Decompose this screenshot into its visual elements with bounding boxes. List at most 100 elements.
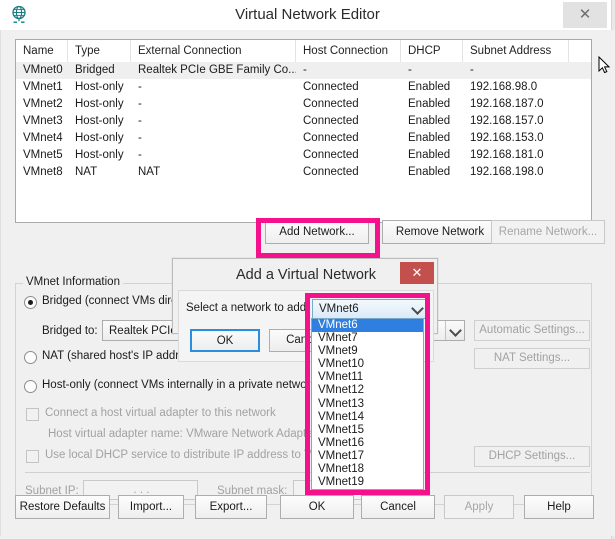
cell-external-connection: - [138, 98, 142, 110]
cell-subnet-address: 192.168.181.0 [470, 149, 544, 161]
dropdown-option-vmnet16[interactable]: VMnet16 [312, 437, 423, 450]
cell-dhcp: Enabled [408, 115, 451, 127]
network-select-dropdown-list[interactable]: VMnet6 VMnet7 VMnet9 VMnet10 VMnet11 VMnet12 V… [311, 318, 424, 490]
cell-type: Host-only [75, 115, 124, 127]
cell-host-connection: Connected [303, 98, 359, 110]
close-icon: ✕ [411, 265, 423, 280]
help-button[interactable]: Help [524, 495, 594, 519]
cell-host-connection: - [303, 64, 307, 76]
add-dialog-ok-button[interactable]: OK [190, 329, 260, 352]
cell-type: Bridged [75, 64, 115, 76]
automatic-settings-button: Automatic Settings... [474, 320, 590, 341]
dropdown-option-vmnet11[interactable]: VMnet11 [312, 371, 423, 384]
dhcp-settings-button: DHCP Settings... [474, 446, 590, 467]
connect-host-adapter-checkbox [26, 408, 39, 421]
dropdown-option-vmnet9[interactable]: VMnet9 [312, 345, 423, 358]
cell-dhcp: Enabled [408, 149, 451, 161]
network-list-header: Name Type External Connection Host Conne… [16, 40, 591, 63]
network-list-rows: VMnet0 Bridged Realtek PCIe GBE Family Co.… [16, 62, 591, 181]
cell-subnet-address: 192.168.98.0 [470, 81, 538, 93]
network-row-vmnet8[interactable]: VMnet8 NAT NAT Connected Enabled 192.168.198.… [16, 164, 591, 181]
column-header-external[interactable]: External Connection [131, 40, 296, 62]
bridged-to-label: Bridged to: [42, 325, 98, 337]
column-header-dhcp[interactable]: DHCP [401, 40, 463, 62]
dropdown-option-vmnet13[interactable]: VMnet13 [312, 398, 423, 411]
title-bar: Virtual Network Editor ✕ [0, 0, 615, 30]
bridged-radio[interactable] [24, 296, 37, 309]
cell-external-connection: Realtek PCIe GBE Family Co... [138, 64, 296, 76]
chevron-down-icon[interactable] [408, 300, 426, 318]
cell-dhcp: Enabled [408, 166, 451, 178]
cell-name: VMnet0 [23, 64, 63, 76]
column-header-subnet[interactable]: Subnet Address [463, 40, 569, 62]
cell-dhcp: - [408, 64, 412, 76]
nat-settings-button: NAT Settings... [474, 348, 590, 369]
network-row-vmnet3[interactable]: VMnet3 Host-only - Connected Enabled 192.168.… [16, 113, 591, 130]
radio-dot [28, 300, 33, 305]
network-select-value: VMnet6 [319, 303, 359, 315]
dropdown-option-vmnet17[interactable]: VMnet17 [312, 450, 423, 463]
host-only-radio[interactable] [24, 380, 37, 393]
network-row-vmnet0[interactable]: VMnet0 Bridged Realtek PCIe GBE Family Co.… [16, 62, 591, 79]
network-row-vmnet4[interactable]: VMnet4 Host-only - Connected Enabled 192.168.… [16, 130, 591, 147]
cell-subnet-address: 192.168.153.0 [470, 132, 544, 144]
cell-name: VMnet3 [23, 115, 63, 127]
host-only-radio-label: Host-only (connect VMs internally in a p… [42, 379, 321, 391]
cell-dhcp: Enabled [408, 98, 451, 110]
remove-network-button[interactable]: Remove Network [382, 220, 498, 244]
cell-subnet-address: 192.168.187.0 [470, 98, 544, 110]
network-select-combo[interactable]: VMnet6 [312, 299, 427, 319]
dropdown-option-vmnet6[interactable]: VMnet6 [312, 319, 423, 333]
cell-type: Host-only [75, 81, 124, 93]
network-row-vmnet1[interactable]: VMnet1 Host-only - Connected Enabled 192.168.… [16, 79, 591, 96]
dropdown-option-vmnet10[interactable]: VMnet10 [312, 358, 423, 371]
restore-defaults-button[interactable]: Restore Defaults [15, 495, 110, 519]
dropdown-option-vmnet19[interactable]: VMnet19 [312, 476, 423, 489]
network-row-vmnet5[interactable]: VMnet5 Host-only - Connected Enabled 192.168.… [16, 147, 591, 164]
network-row-vmnet2[interactable]: VMnet2 Host-only - Connected Enabled 192.168.… [16, 96, 591, 113]
dropdown-option-vmnet12[interactable]: VMnet12 [312, 384, 423, 397]
column-header-type[interactable]: Type [68, 40, 131, 62]
import-button[interactable]: Import... [118, 495, 184, 519]
separator-line [25, 472, 590, 473]
dropdown-option-vmnet7[interactable]: VMnet7 [312, 332, 423, 345]
cell-subnet-address: - [470, 64, 474, 76]
apply-button: Apply [444, 495, 514, 519]
add-network-button[interactable]: Add Network... [265, 220, 369, 244]
column-header-name[interactable]: Name [16, 40, 68, 62]
cell-type: Host-only [75, 132, 124, 144]
dropdown-option-vmnet14[interactable]: VMnet14 [312, 411, 423, 424]
cell-host-connection: Connected [303, 166, 359, 178]
cell-dhcp: Enabled [408, 81, 451, 93]
window-close-button[interactable]: ✕ [563, 2, 607, 28]
cell-host-connection: Connected [303, 81, 359, 93]
network-list[interactable]: Name Type External Connection Host Conne… [15, 39, 592, 223]
column-header-host[interactable]: Host Connection [296, 40, 401, 62]
cell-type: NAT [75, 166, 98, 178]
cell-name: VMnet8 [23, 166, 63, 178]
cell-subnet-address: 192.168.157.0 [470, 115, 544, 127]
dropdown-option-vmnet18[interactable]: VMnet18 [312, 463, 423, 476]
close-icon: ✕ [578, 6, 592, 23]
cell-external-connection: - [138, 115, 142, 127]
cancel-button[interactable]: Cancel [361, 495, 435, 519]
connect-host-adapter-label: Connect a host virtual adapter to this n… [45, 407, 276, 419]
cell-external-connection: - [138, 149, 142, 161]
nat-radio[interactable] [24, 351, 37, 364]
add-dialog-close-button[interactable]: ✕ [400, 262, 434, 284]
export-button[interactable]: Export... [195, 495, 267, 519]
column-header-filler [569, 40, 591, 62]
rename-network-button: Rename Network... [491, 220, 605, 244]
ok-button[interactable]: OK [280, 495, 354, 519]
local-dhcp-label: Use local DHCP service to distribute IP … [45, 449, 328, 461]
cell-external-connection: - [138, 132, 142, 144]
chevron-down-icon[interactable] [445, 321, 464, 340]
cell-host-connection: Connected [303, 132, 359, 144]
cell-name: VMnet5 [23, 149, 63, 161]
cell-subnet-address: 192.168.198.0 [470, 166, 544, 178]
vmnet-information-title: VMnet Information [23, 276, 123, 288]
cell-name: VMnet1 [23, 81, 63, 93]
cell-external-connection: NAT [138, 166, 161, 178]
virtual-network-editor-window: Virtual Network Editor ✕ Name Type Exter… [0, 0, 615, 539]
dropdown-option-vmnet15[interactable]: VMnet15 [312, 424, 423, 437]
